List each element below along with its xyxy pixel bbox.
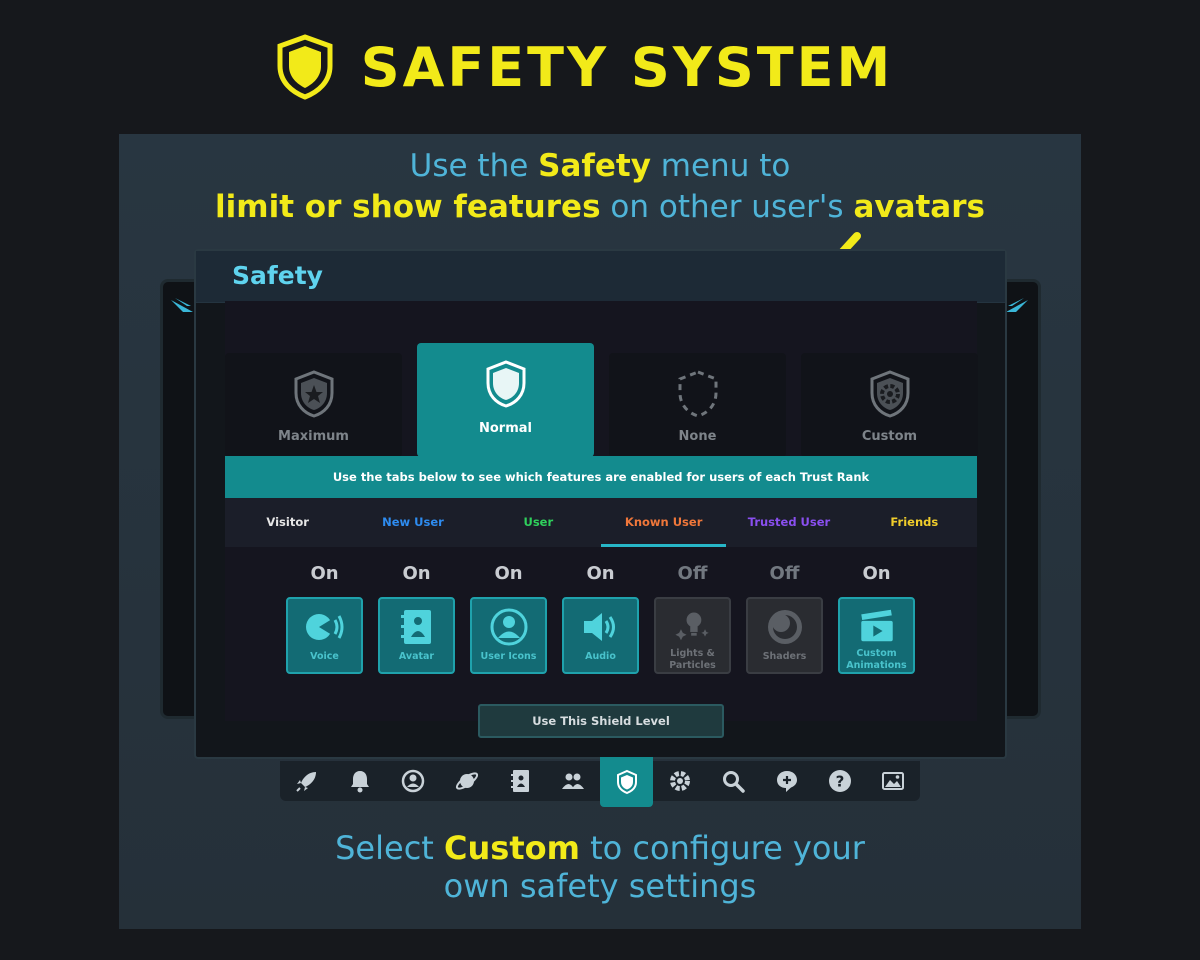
shield-dashed-icon — [678, 370, 717, 418]
dock-search[interactable] — [707, 761, 760, 801]
dock-profile[interactable] — [387, 761, 440, 801]
feature-voice: On Voice — [286, 563, 363, 674]
window-title: Safety — [232, 261, 323, 290]
feature-state: On — [402, 563, 431, 584]
shaders-toggle[interactable]: Shaders — [746, 597, 823, 674]
feature-custom-animations: On Custom Animations — [838, 563, 915, 674]
tab-trusted-user[interactable]: Trusted User — [726, 498, 851, 547]
avatar-book-icon — [400, 610, 431, 644]
profile-icon — [402, 769, 425, 793]
tab-user[interactable]: User — [476, 498, 601, 547]
bottom-dock: ? — [280, 757, 920, 807]
use-shield-level-button[interactable]: Use This Shield Level — [478, 704, 724, 738]
shield-icon — [616, 769, 637, 795]
dock-help[interactable]: ? — [813, 761, 866, 801]
window-titlebar: Safety — [196, 251, 1005, 303]
voice-toggle[interactable]: Voice — [286, 597, 363, 674]
shield-level-custom[interactable]: Custom — [801, 353, 978, 457]
feature-state: Off — [677, 563, 708, 584]
info-bar: Use the tabs below to see which features… — [225, 456, 977, 498]
trust-rank-tabs: Visitor New User User Known User Trusted… — [225, 498, 977, 547]
tab-known-user[interactable]: Known User — [600, 498, 727, 547]
feature-state: On — [494, 563, 523, 584]
search-icon — [723, 771, 746, 793]
top-caption: Use the Safety menu to limit or show fea… — [215, 148, 985, 225]
shield-star-icon — [294, 370, 333, 418]
shield-level-maximum[interactable]: Maximum — [225, 353, 402, 457]
dock-worlds[interactable] — [440, 761, 493, 801]
user-icon — [490, 608, 527, 646]
dock-chat[interactable] — [760, 761, 813, 801]
safety-content: Maximum Normal None Custom Use the tabs … — [225, 301, 978, 738]
svg-text:?: ? — [836, 773, 845, 791]
shield-icon — [486, 360, 525, 408]
dock-social[interactable] — [547, 761, 600, 801]
tab-new-user[interactable]: New User — [350, 498, 475, 547]
shield-gear-icon — [870, 370, 909, 418]
feature-user-icons: On User Icons — [470, 563, 547, 674]
feature-avatar: On Avatar — [378, 563, 455, 674]
help-icon: ? — [828, 770, 851, 792]
tab-friends[interactable]: Friends — [852, 498, 977, 547]
feature-state: On — [310, 563, 339, 584]
stage: Use the Safety menu to limit or show fea… — [119, 134, 1081, 929]
dock-avatars[interactable] — [493, 761, 546, 801]
group-icon — [562, 773, 585, 789]
planet-icon — [455, 772, 478, 790]
safety-window: Safety Maximum Normal None Custom Use th… — [194, 249, 1007, 759]
shader-icon — [767, 610, 802, 644]
shield-level-none[interactable]: None — [609, 353, 786, 457]
avatar-book-icon — [510, 770, 529, 792]
custom-animations-toggle[interactable]: Custom Animations — [838, 597, 915, 674]
feature-state: On — [586, 563, 615, 584]
feature-state: On — [862, 563, 891, 584]
audio-toggle[interactable]: Audio — [562, 597, 639, 674]
rocket-icon — [295, 772, 316, 792]
avatar-toggle[interactable]: Avatar — [378, 597, 455, 674]
user-icons-toggle[interactable]: User Icons — [470, 597, 547, 674]
feature-audio: On Audio — [562, 563, 639, 674]
shield-level-normal[interactable]: Normal — [417, 343, 594, 457]
dock-settings[interactable] — [653, 761, 706, 801]
dock-safety[interactable] — [599, 757, 654, 807]
feature-lights-particles: Off Lights & Particles — [654, 563, 731, 674]
lights-particles-toggle[interactable]: Lights & Particles — [654, 597, 731, 674]
dock-notifications[interactable] — [333, 761, 386, 801]
bell-icon — [350, 771, 369, 793]
clapperboard-icon — [860, 609, 893, 642]
tab-visitor[interactable]: Visitor — [225, 498, 350, 547]
feature-list: On Voice On Avatar On User Icons On Audi… — [286, 563, 915, 674]
wing-icon — [1006, 298, 1028, 312]
lightbulb-icon — [674, 612, 709, 641]
chat-add-icon — [776, 771, 797, 792]
gallery-icon — [882, 772, 905, 790]
lights-particles-label: Lights & Particles — [669, 648, 716, 671]
dock-gallery[interactable] — [867, 761, 920, 801]
page-title: SAFETY SYSTEM — [360, 35, 894, 99]
header: SAFETY SYSTEM — [0, 0, 1200, 134]
dock-rocket[interactable] — [280, 761, 333, 801]
gear-icon — [669, 771, 690, 791]
feature-state: Off — [769, 563, 800, 584]
bottom-caption: Select Custom to configure your own safe… — [335, 829, 865, 905]
speaker-icon — [583, 613, 615, 641]
wing-icon — [171, 298, 193, 312]
shield-icon — [277, 34, 333, 100]
feature-shaders: Off Shaders — [746, 563, 823, 674]
voice-icon — [305, 614, 343, 640]
